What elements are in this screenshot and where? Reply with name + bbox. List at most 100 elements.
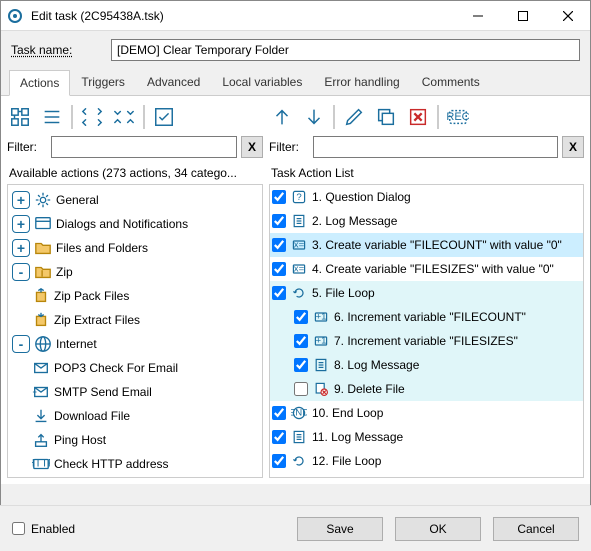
right-filter-input[interactable] (313, 136, 558, 158)
cancel-button[interactable]: Cancel (493, 517, 579, 541)
end-icon: END (290, 404, 308, 422)
bottom-bar: Enabled Save OK Cancel (0, 505, 591, 551)
tree-item[interactable]: +Dialogs and Notifications (10, 212, 260, 236)
ok-button[interactable]: OK (395, 517, 481, 541)
action-row[interactable]: ? 1. Question Dialog (270, 185, 583, 209)
tree-item-label: SMTP Send Email (54, 385, 152, 399)
action-row[interactable]: 9. Delete File (270, 377, 583, 401)
left-filter-input[interactable] (51, 136, 237, 158)
tree-item[interactable]: SMTP Send Email (10, 380, 260, 404)
action-row[interactable]: x=4. Create variable "FILESIZES" with va… (270, 257, 583, 281)
mail-in-icon (32, 359, 50, 377)
tree-list-icon[interactable] (39, 104, 65, 130)
inc-icon: +1 (312, 308, 330, 326)
move-up-icon[interactable] (269, 104, 295, 130)
tab-local-variables[interactable]: Local variables (211, 69, 313, 95)
left-filter-clear-button[interactable]: X (241, 136, 263, 158)
log-icon (312, 356, 330, 374)
task-action-list[interactable]: ? 1. Question Dialog 2. Log Messagex=3. Cr… (269, 184, 584, 478)
action-checkbox[interactable] (294, 310, 308, 324)
task-action-list-header: Task Action List (269, 162, 584, 184)
tree-item[interactable]: -Zip (10, 260, 260, 284)
tree-item[interactable]: -Internet (10, 332, 260, 356)
action-label: 6. Increment variable "FILECOUNT" (334, 310, 526, 324)
action-checkbox[interactable] (272, 262, 286, 276)
action-row[interactable]: +1 6. Increment variable "FILECOUNT" (270, 305, 583, 329)
task-name-label: Task name: (11, 43, 111, 57)
svg-text:END: END (291, 407, 307, 418)
expand-icon[interactable]: + (12, 239, 30, 257)
action-row[interactable]: 5. File Loop (270, 281, 583, 305)
action-checkbox[interactable] (272, 190, 286, 204)
edit-icon[interactable] (341, 104, 367, 130)
globe-icon (34, 335, 52, 353)
task-name-input[interactable] (111, 39, 580, 61)
action-checkbox[interactable] (294, 382, 308, 396)
save-button[interactable]: Save (297, 517, 383, 541)
copy-icon[interactable] (373, 104, 399, 130)
tree-item[interactable]: Ping Host (10, 428, 260, 452)
tab-advanced[interactable]: Advanced (136, 69, 211, 95)
action-row[interactable]: x=3. Create variable "FILECOUNT" with va… (270, 233, 583, 257)
collapse-icon[interactable]: - (12, 335, 30, 353)
action-label: 4. Create variable "FILESIZES" with valu… (312, 262, 554, 276)
action-checkbox[interactable] (272, 286, 286, 300)
enabled-checkbox[interactable] (12, 522, 25, 535)
ping-icon (32, 431, 50, 449)
action-checkbox[interactable] (272, 214, 286, 228)
record-icon[interactable]: REC (445, 104, 471, 130)
tab-comments[interactable]: Comments (411, 69, 491, 95)
minimize-button[interactable] (455, 1, 500, 31)
action-checkbox[interactable] (272, 406, 286, 420)
move-down-icon[interactable] (301, 104, 327, 130)
right-filter-clear-button[interactable]: X (562, 136, 584, 158)
tree-item-label: Files and Folders (56, 241, 148, 255)
svg-text:+1: +1 (316, 311, 327, 322)
action-label: 1. Question Dialog (312, 190, 411, 204)
tab-error-handling[interactable]: Error handling (313, 69, 410, 95)
expand-icon[interactable]: + (12, 215, 30, 233)
tree-item[interactable]: Download File (10, 404, 260, 428)
action-row[interactable]: 8. Log Message (270, 353, 583, 377)
maximize-button[interactable] (500, 1, 545, 31)
svg-text:+1: +1 (316, 335, 327, 346)
tree-item[interactable]: +General (10, 188, 260, 212)
tree-item[interactable]: + Files and Folders (10, 236, 260, 260)
action-label: 11. Log Message (312, 430, 403, 444)
check-icon[interactable] (151, 104, 177, 130)
delete-icon (312, 380, 330, 398)
tree-item[interactable]: POP3 Check For Email (10, 356, 260, 380)
tree-item[interactable]: HTTPCheck HTTP address (10, 452, 260, 476)
action-label: 7. Increment variable "FILESIZES" (334, 334, 518, 348)
action-row[interactable]: +1 7. Increment variable "FILESIZES" (270, 329, 583, 353)
log-icon (290, 428, 308, 446)
tree-expand-icon[interactable] (7, 104, 33, 130)
action-checkbox[interactable] (294, 334, 308, 348)
action-row[interactable]: 11. Log Message (270, 425, 583, 449)
action-row[interactable]: 2. Log Message (270, 209, 583, 233)
collapse-all-icon[interactable] (111, 104, 137, 130)
action-label: 9. Delete File (334, 382, 405, 396)
tab-triggers[interactable]: Triggers (70, 69, 136, 95)
tree-item-label: Zip Extract Files (54, 313, 140, 327)
delete-icon[interactable] (405, 104, 431, 130)
left-toolbar (7, 102, 263, 136)
action-checkbox[interactable] (272, 430, 286, 444)
svg-text:?: ? (296, 192, 301, 203)
action-row[interactable]: 12. File Loop (270, 449, 583, 473)
tab-strip: ActionsTriggersAdvancedLocal variablesEr… (1, 69, 590, 96)
tree-item[interactable]: Zip Extract Files (10, 308, 260, 332)
action-row[interactable]: END10. End Loop (270, 401, 583, 425)
expand-icon[interactable]: + (12, 191, 30, 209)
tab-actions[interactable]: Actions (9, 70, 70, 96)
close-button[interactable] (545, 1, 590, 31)
action-checkbox[interactable] (272, 454, 286, 468)
collapse-icon[interactable]: - (12, 263, 30, 281)
svg-text:HTTP: HTTP (32, 458, 50, 470)
action-checkbox[interactable] (272, 238, 286, 252)
enabled-checkbox-label[interactable]: Enabled (12, 522, 75, 536)
tree-item[interactable]: Zip Pack Files (10, 284, 260, 308)
action-checkbox[interactable] (294, 358, 308, 372)
available-actions-tree[interactable]: +General+Dialogs and Notifications+Files… (7, 184, 263, 478)
expand-all-icon[interactable] (79, 104, 105, 130)
